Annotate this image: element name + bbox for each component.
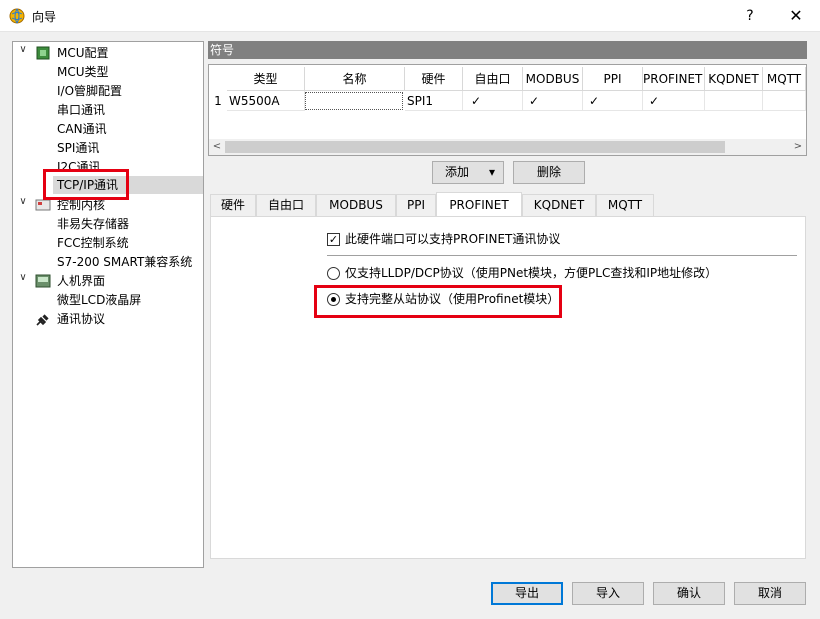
- export-button[interactable]: 导出: [491, 582, 563, 605]
- tab-profinet[interactable]: PROFINET: [436, 192, 522, 217]
- col-header-hardware[interactable]: 硬件: [405, 67, 463, 91]
- chip-icon: [36, 46, 50, 60]
- col-header-name[interactable]: 名称: [305, 67, 405, 91]
- tree-node-mcu-config[interactable]: MCU配置: [57, 44, 109, 62]
- dropdown-arrow-icon[interactable]: ▾: [489, 162, 495, 183]
- tab-mqtt[interactable]: MQTT: [596, 194, 654, 216]
- collapse-toggle-icon[interactable]: ∨: [17, 196, 29, 214]
- collapse-toggle-icon[interactable]: ∨: [17, 44, 29, 62]
- name-input[interactable]: [305, 92, 403, 110]
- col-header-profinet[interactable]: PROFINET: [643, 67, 705, 91]
- tree-node-mcu-type[interactable]: MCU类型: [57, 63, 109, 81]
- cell-type[interactable]: W5500A: [227, 91, 305, 111]
- grid-title: 符号: [208, 41, 807, 59]
- tab-kqdnet[interactable]: KQDNET: [522, 194, 596, 216]
- config-tree[interactable]: ∨ MCU配置 MCU类型 I/O管脚配置 串口通讯 CAN通讯 SPI通讯 I…: [12, 41, 204, 568]
- tree-node-lcd[interactable]: 微型LCD液晶屏: [57, 291, 141, 309]
- tree-node-fcc[interactable]: FCC控制系统: [57, 234, 129, 252]
- import-button[interactable]: 导入: [572, 582, 644, 605]
- symbol-grid[interactable]: 类型 名称 硬件 自由口 MODBUS PPI PROFINET KQDNET …: [208, 64, 807, 156]
- lldp-dcp-label[interactable]: 仅支持LLDP/DCP协议（使用PNet模块，方便PLC查找和IP地址修改）: [345, 265, 717, 281]
- highlight-box-full-slave: [314, 285, 562, 318]
- col-header-mqtt[interactable]: MQTT: [763, 67, 806, 91]
- collapse-toggle-icon[interactable]: ∨: [17, 272, 29, 290]
- cell-freeport-check[interactable]: ✓: [463, 91, 523, 111]
- col-header-ppi[interactable]: PPI: [583, 67, 643, 91]
- col-header-type[interactable]: 类型: [227, 67, 305, 91]
- cell-hardware[interactable]: SPI1: [405, 91, 463, 111]
- tab-freeport[interactable]: 自由口: [256, 194, 316, 216]
- profinet-panel: ✓ 此硬件端口可以支持PROFINET通讯协议 仅支持LLDP/DCP协议（使用…: [210, 216, 806, 559]
- tab-modbus[interactable]: MODBUS: [316, 194, 396, 216]
- tree-node-protocol[interactable]: 通讯协议: [57, 310, 105, 328]
- globe-icon: [9, 8, 25, 24]
- window-title: 向导: [32, 10, 57, 24]
- tree-node-io-pins[interactable]: I/O管脚配置: [57, 82, 122, 100]
- title-bar: 向导 ? ✕: [0, 0, 820, 32]
- tree-node-can[interactable]: CAN通讯: [57, 120, 107, 138]
- col-header-modbus[interactable]: MODBUS: [523, 67, 583, 91]
- add-button[interactable]: 添加 ▾: [432, 161, 504, 184]
- delete-button[interactable]: 删除: [513, 161, 585, 184]
- hmi-icon: [35, 274, 51, 288]
- scroll-thumb[interactable]: [225, 141, 725, 153]
- profinet-support-checkbox[interactable]: ✓: [327, 233, 340, 246]
- close-button[interactable]: ✕: [784, 4, 808, 28]
- separator: [327, 255, 797, 256]
- cell-ppi-check[interactable]: ✓: [583, 91, 643, 111]
- col-header-kqdnet[interactable]: KQDNET: [705, 67, 763, 91]
- cell-profinet-check[interactable]: ✓: [643, 91, 705, 111]
- tab-ppi[interactable]: PPI: [396, 194, 436, 216]
- tab-hardware[interactable]: 硬件: [210, 194, 256, 216]
- cell-mqtt[interactable]: [763, 91, 806, 111]
- cancel-button[interactable]: 取消: [734, 582, 806, 605]
- tree-node-serial[interactable]: 串口通讯: [57, 101, 105, 119]
- scroll-left-icon[interactable]: <: [209, 139, 225, 155]
- core-icon: [35, 199, 51, 211]
- horizontal-scrollbar[interactable]: < >: [209, 139, 806, 155]
- tree-node-nvm[interactable]: 非易失存储器: [57, 215, 129, 233]
- cell-modbus-check[interactable]: ✓: [523, 91, 583, 111]
- col-header-freeport[interactable]: 自由口: [463, 67, 523, 91]
- tree-node-spi[interactable]: SPI通讯: [57, 139, 99, 157]
- highlight-box-tcpip: [43, 169, 129, 200]
- help-button[interactable]: ?: [738, 4, 762, 28]
- lldp-dcp-radio[interactable]: [327, 267, 340, 280]
- row-number: 1: [214, 94, 222, 108]
- cell-kqdnet[interactable]: [705, 91, 763, 111]
- ok-button[interactable]: 确认: [653, 582, 725, 605]
- tree-node-s7-200[interactable]: S7-200 SMART兼容系统: [57, 253, 192, 271]
- plug-icon: [36, 314, 49, 326]
- scroll-right-icon[interactable]: >: [790, 139, 806, 155]
- profinet-support-label[interactable]: 此硬件端口可以支持PROFINET通讯协议: [345, 231, 560, 247]
- tree-node-hmi[interactable]: 人机界面: [57, 272, 105, 290]
- add-button-label: 添加: [445, 165, 470, 179]
